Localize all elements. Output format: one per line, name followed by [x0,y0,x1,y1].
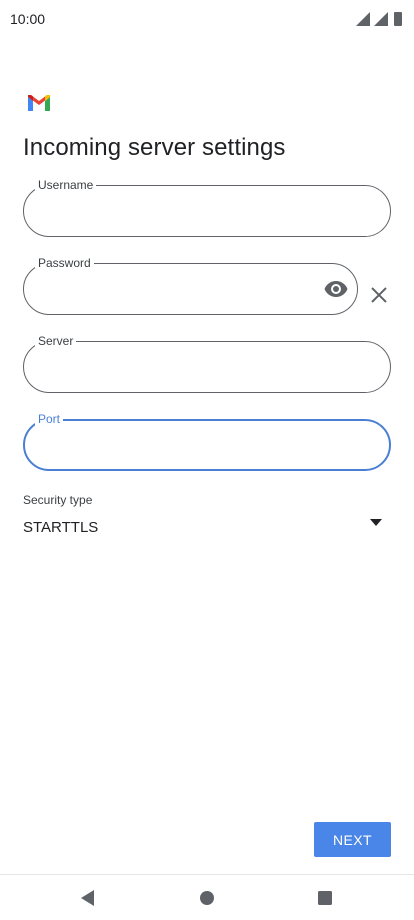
security-type-select[interactable]: STARTTLS [23,519,98,536]
eye-icon[interactable] [324,279,348,299]
back-triangle-icon[interactable] [79,889,97,907]
gmail-logo-icon [28,95,50,111]
next-button[interactable]: NEXT [314,822,391,857]
signal-icon [356,12,370,26]
battery-icon [394,12,402,26]
recents-square-icon[interactable] [316,889,334,907]
server-input[interactable] [39,355,339,379]
port-field[interactable]: Port [23,411,391,471]
port-input[interactable] [39,433,339,457]
dropdown-arrow-icon[interactable] [370,519,382,526]
security-type-label: Security type [23,493,93,507]
status-bar: 10:00 [0,0,414,38]
username-field[interactable]: Username [23,177,391,237]
server-label: Server [35,333,77,349]
signal-icon [374,12,388,26]
status-time: 10:00 [10,11,46,27]
password-input[interactable] [39,277,299,301]
username-label: Username [35,177,97,193]
navigation-bar [0,874,414,920]
port-label: Port [35,411,64,427]
home-circle-icon[interactable] [198,889,216,907]
password-field[interactable]: Password [23,255,358,315]
server-field[interactable]: Server [23,333,391,393]
close-icon[interactable] [370,286,388,304]
page-title: Incoming server settings [23,134,286,161]
password-label: Password [35,255,94,271]
username-input[interactable] [39,199,339,223]
status-icons [356,12,402,26]
